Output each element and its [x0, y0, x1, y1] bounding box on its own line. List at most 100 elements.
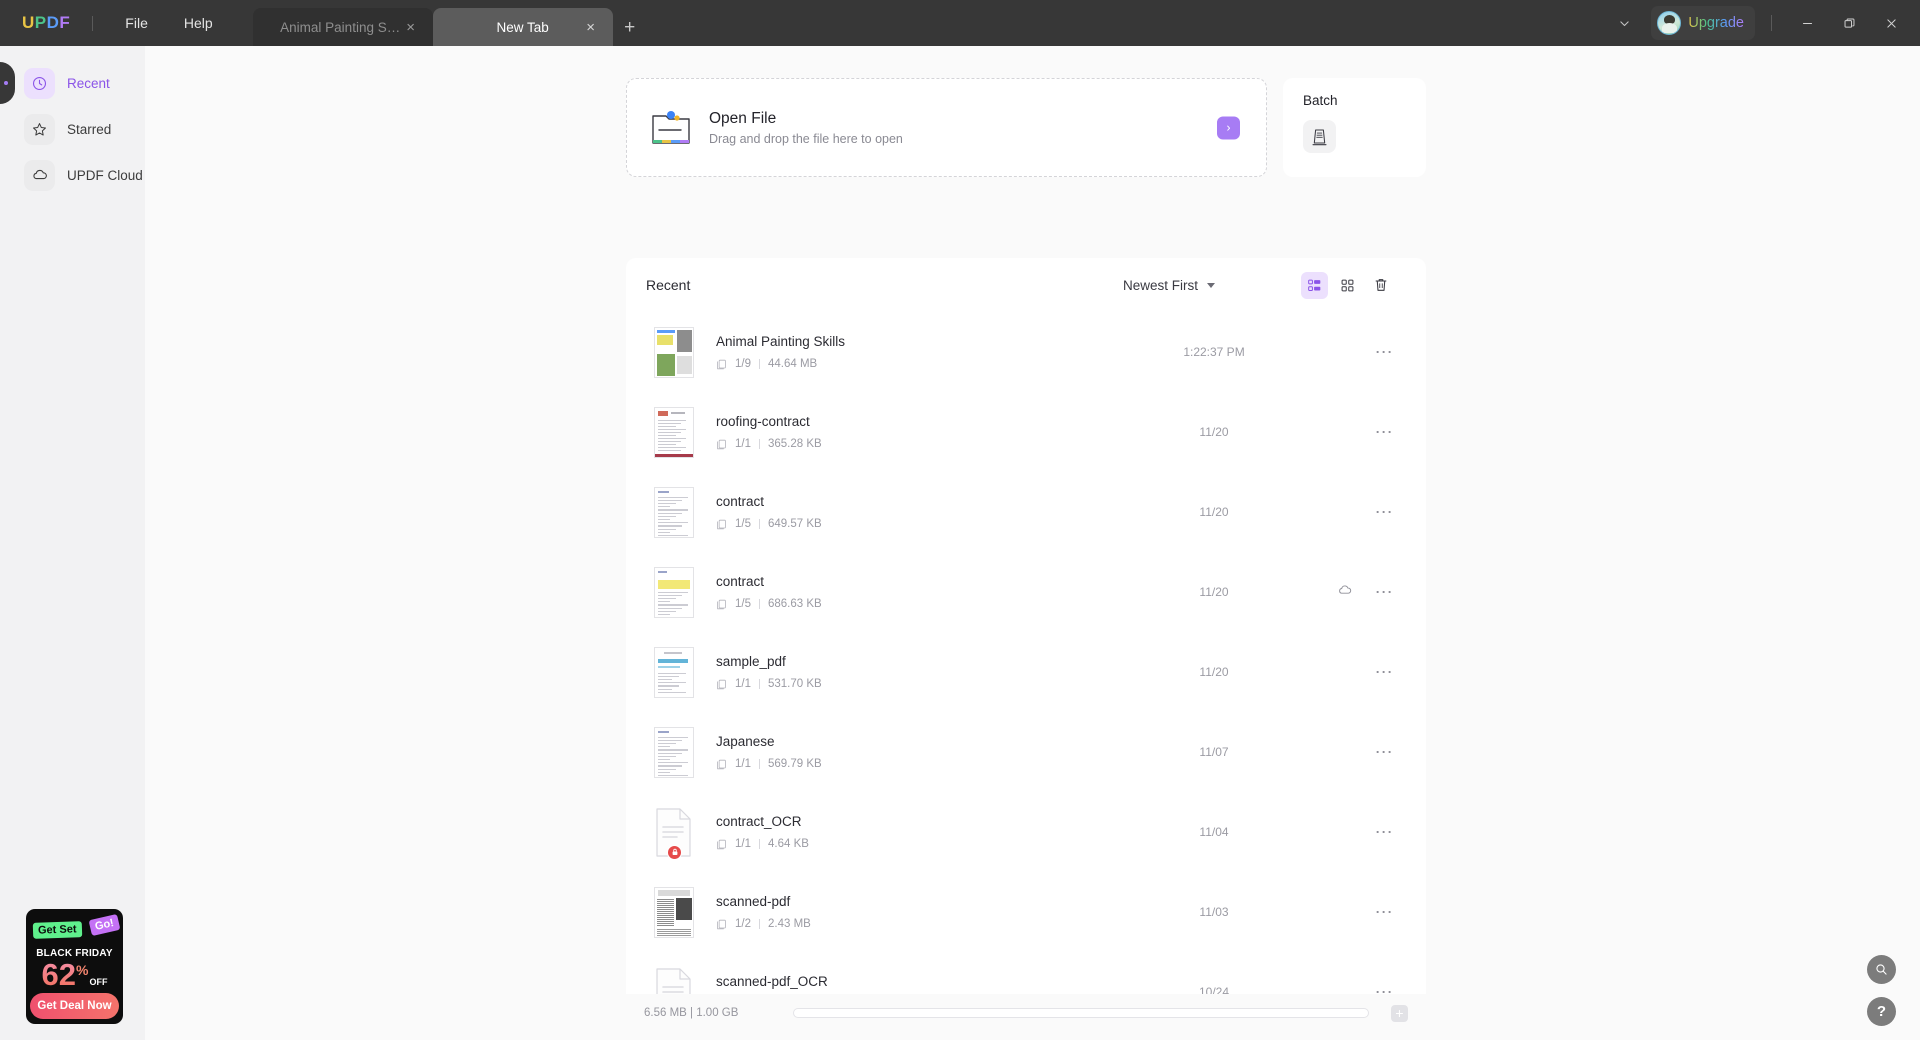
file-row[interactable]: sample_pdf 1/1 531.70 KB 11/20 ⋯	[626, 632, 1426, 712]
file-date: 11/03	[1199, 905, 1229, 919]
file-meta: 1/5 686.63 KB	[716, 598, 1144, 610]
close-icon[interactable]: ×	[403, 19, 419, 35]
logo-letter-d: D	[46, 13, 60, 32]
file-more-options-button[interactable]: ⋯	[1375, 903, 1394, 921]
get-deal-now-button[interactable]: Get Deal Now	[30, 993, 119, 1019]
open-file-card[interactable]: Open File Drag and drop the file here to…	[626, 78, 1267, 177]
recent-header: Recent Newest First	[626, 258, 1426, 312]
grid-view-icon[interactable]	[1334, 272, 1361, 299]
tab-animal-painting-skills[interactable]: Animal Painting Skills ×	[252, 8, 433, 46]
file-size: 365.28 KB	[768, 438, 822, 450]
file-info: roofing-contract 1/1 365.28 KB	[716, 414, 1144, 450]
sidebar-item-starred[interactable]: Starred	[24, 112, 133, 146]
sidebar-item-updf-cloud[interactable]: UPDF Cloud	[24, 158, 143, 192]
file-more-options-button[interactable]: ⋯	[1375, 503, 1394, 521]
close-window-icon[interactable]	[1870, 0, 1912, 46]
file-info: contract_OCR 1/1 4.64 KB	[716, 814, 1144, 850]
file-more-options-button[interactable]: ⋯	[1375, 343, 1394, 361]
logo-letter-p: P	[34, 13, 47, 32]
pages-icon	[716, 519, 727, 530]
trash-icon[interactable]	[1367, 272, 1394, 299]
maximize-icon[interactable]	[1828, 0, 1870, 46]
sidebar-collapse-handle[interactable]	[0, 62, 15, 104]
file-actions: ⋯	[1284, 423, 1394, 441]
promo-discount: 62 % OFF	[26, 959, 123, 990]
file-row[interactable]: roofing-contract 1/1 365.28 KB 11/20 ⋯	[626, 392, 1426, 472]
file-thumbnail	[654, 807, 694, 860]
file-more-options-button[interactable]: ⋯	[1375, 663, 1394, 681]
file-row[interactable]: contract 1/5 686.63 KB 11/20 ⋯	[626, 552, 1426, 632]
storage-progress-bar	[793, 1008, 1369, 1018]
main-content: Open File Drag and drop the file here to…	[145, 46, 1920, 1040]
main-scroll-edge[interactable]	[1911, 46, 1920, 1040]
file-name: roofing-contract	[716, 414, 810, 429]
file-size: 569.79 KB	[768, 758, 822, 770]
open-file-arrow-button[interactable]: ›	[1217, 116, 1240, 139]
file-row[interactable]: Japanese 1/1 569.79 KB 11/07 ⋯	[626, 712, 1426, 792]
file-thumbnail	[654, 486, 694, 538]
chevron-down-icon[interactable]	[1605, 0, 1643, 46]
file-actions: ⋯	[1284, 503, 1394, 521]
pages-icon	[716, 759, 727, 770]
open-file-title: Open File	[709, 109, 777, 127]
add-storage-button[interactable]: +	[1391, 1004, 1408, 1022]
file-pages: 1/5	[735, 598, 751, 610]
help-icon[interactable]: ?	[1867, 997, 1896, 1026]
file-thumbnail	[654, 326, 694, 378]
file-row[interactable]: contract 1/5 649.57 KB 11/20 ⋯	[626, 472, 1426, 552]
file-row[interactable]: contract_OCR 1/1 4.64 KB 11/04 ⋯	[626, 792, 1426, 872]
file-more-options-button[interactable]: ⋯	[1375, 823, 1394, 841]
search-icon[interactable]	[1867, 955, 1896, 984]
file-meta: 1/5 649.57 KB	[716, 518, 1144, 530]
file-name: scanned-pdf_OCR	[716, 974, 828, 989]
cloud-sync-icon[interactable]	[1337, 582, 1353, 603]
meta-divider	[759, 679, 760, 689]
chevron-down-icon	[1207, 282, 1215, 288]
new-tab-button[interactable]: +	[613, 8, 647, 46]
file-name: sample_pdf	[716, 654, 786, 669]
file-size: 686.63 KB	[768, 598, 822, 610]
file-pages: 1/9	[735, 358, 751, 370]
sidebar: Recent Starred UPDF Cloud Get Set Go! BL…	[0, 46, 145, 1040]
sort-dropdown[interactable]: Newest First	[1123, 278, 1215, 293]
file-more-options-button[interactable]: ⋯	[1375, 423, 1394, 441]
file-info: Japanese 1/1 569.79 KB	[716, 734, 1144, 770]
tab-new-tab[interactable]: New Tab ×	[432, 8, 613, 46]
menu-file[interactable]: File	[107, 9, 166, 37]
file-row[interactable]: Animal Painting Skills 1/9 44.64 MB 1:22…	[626, 312, 1426, 392]
file-more-options-button[interactable]: ⋯	[1375, 743, 1394, 761]
updf-logo: UPDF	[14, 13, 78, 33]
promo-percent-symbol: %	[76, 962, 89, 979]
promo-off-label: OFF	[89, 977, 108, 988]
sidebar-item-recent[interactable]: Recent	[24, 66, 133, 100]
promo-badges: Get Set Go!	[26, 913, 123, 947]
sort-label: Newest First	[1122, 277, 1198, 293]
file-thumbnail	[654, 886, 694, 938]
batch-card[interactable]: Batch	[1283, 78, 1426, 177]
file-date: 11/20	[1199, 665, 1229, 679]
menu-help[interactable]: Help	[166, 9, 231, 37]
storage-bar: 6.56 MB | 1.00 GB +	[626, 994, 1426, 1032]
file-name: contract_OCR	[716, 814, 802, 829]
file-actions: ⋯	[1284, 743, 1394, 761]
tab-label: Animal Painting Skills	[280, 19, 406, 35]
view-controls	[1301, 271, 1394, 299]
batch-documents-icon[interactable]	[1303, 120, 1336, 153]
clock-icon	[24, 67, 55, 99]
logo-letter-u: U	[22, 13, 35, 32]
close-icon[interactable]: ×	[583, 19, 599, 35]
promo-banner[interactable]: Get Set Go! BLACK FRIDAY 62 % OFF Get De…	[26, 909, 123, 1024]
meta-divider	[759, 359, 760, 369]
file-meta: 1/1 365.28 KB	[716, 438, 1144, 450]
upgrade-button[interactable]: Upgrade	[1651, 6, 1755, 40]
open-folder-icon	[649, 108, 693, 148]
file-actions: ⋯	[1284, 903, 1394, 921]
file-more-options-button[interactable]: ⋯	[1375, 583, 1394, 601]
avatar	[1657, 11, 1682, 35]
minimize-icon[interactable]	[1786, 0, 1828, 46]
window-controls-divider	[1771, 15, 1772, 31]
file-row[interactable]: scanned-pdf 1/2 2.43 MB 11/03 ⋯	[626, 872, 1426, 952]
list-view-icon[interactable]	[1301, 271, 1328, 299]
title-bar: UPDF File Help Animal Painting Skills × …	[0, 0, 1920, 46]
meta-divider	[759, 519, 760, 529]
